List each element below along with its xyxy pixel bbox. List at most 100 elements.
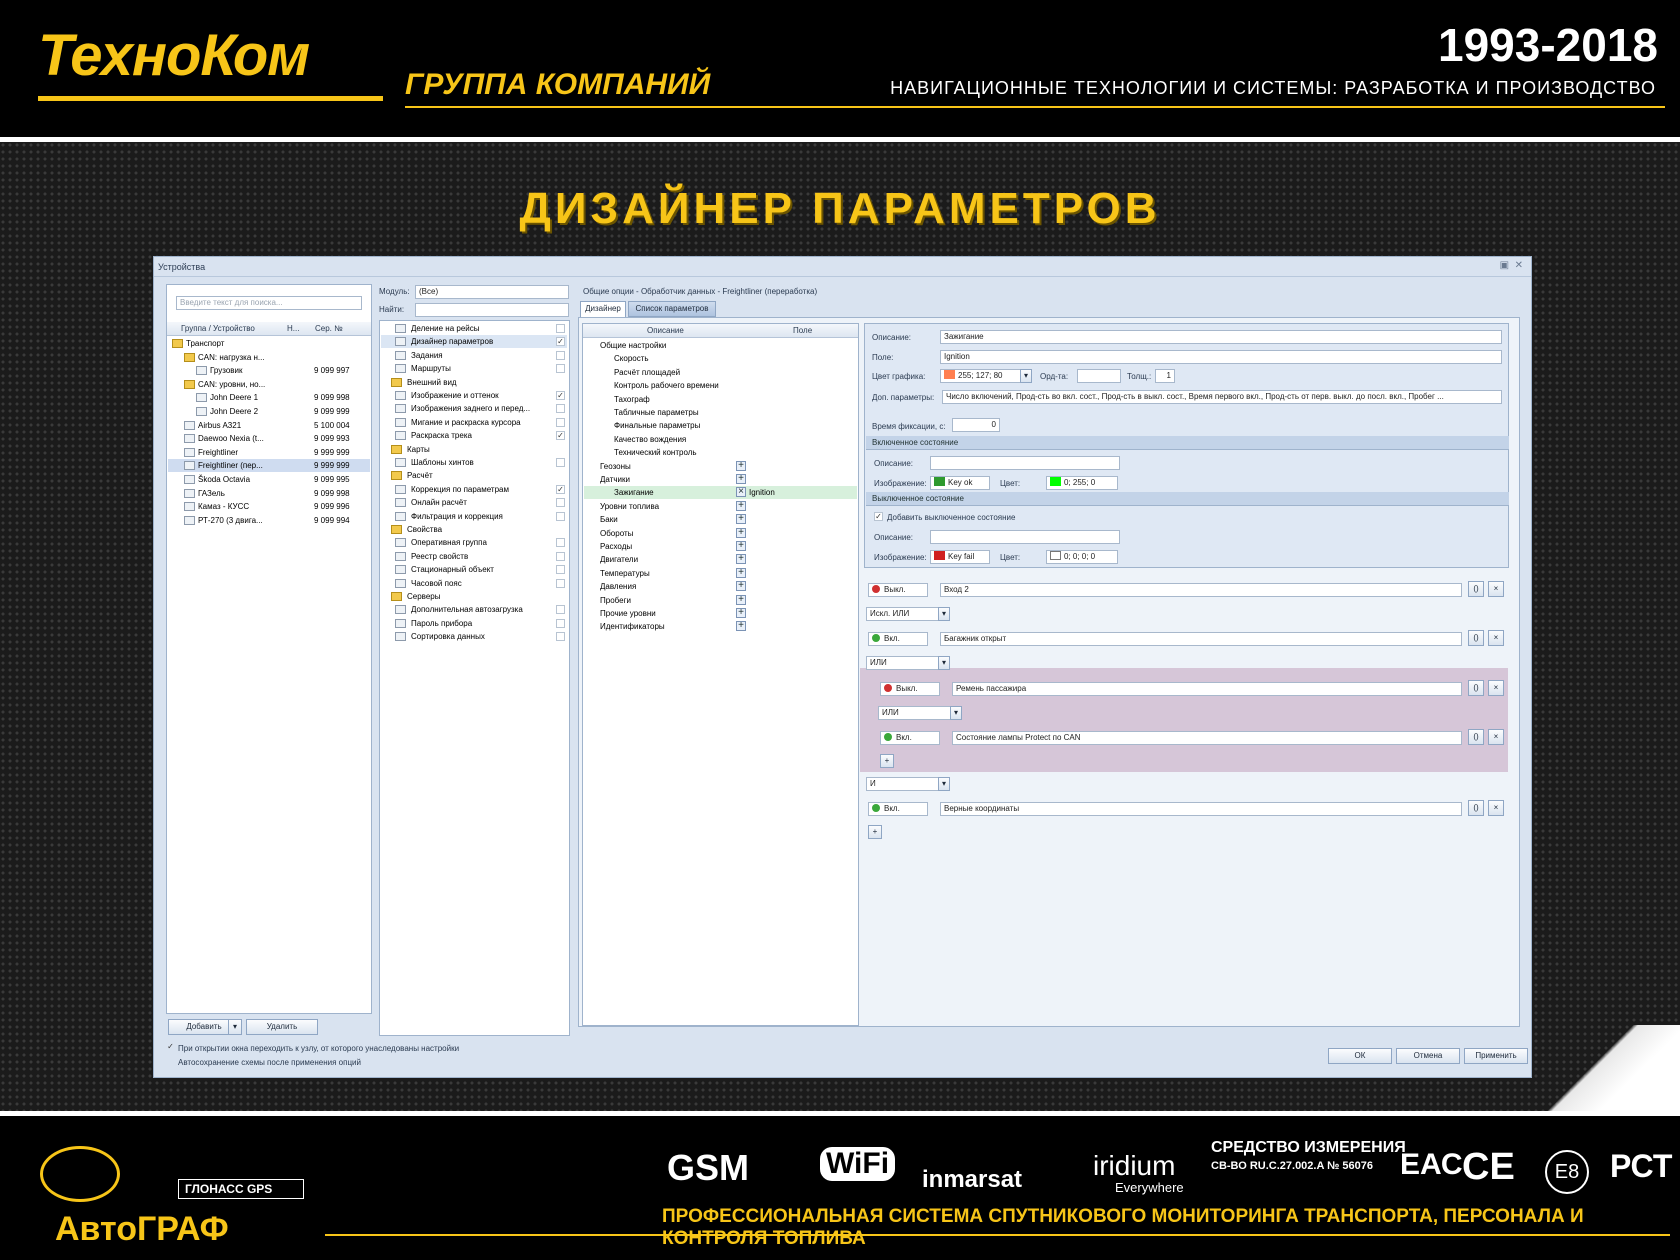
ok-button[interactable]: ОК [1328, 1048, 1392, 1064]
table-row[interactable]: John Deere 2 9 099 999 [168, 405, 370, 418]
tree-item[interactable]: Обороты + [584, 527, 857, 540]
module-item[interactable]: Пароль прибора [381, 617, 567, 630]
tree-item[interactable]: Двигатели + [584, 553, 857, 566]
remove-condition-button[interactable]: × [1488, 729, 1504, 745]
module-item[interactable]: Задания [381, 349, 567, 362]
bracket-button[interactable]: () [1468, 729, 1484, 745]
tab-designer[interactable]: Дизайнер [580, 301, 626, 317]
module-checkbox[interactable] [556, 618, 565, 628]
module-checkbox[interactable] [556, 350, 565, 360]
module-item[interactable]: Фильтрация и коррекция [381, 510, 567, 523]
tree-item[interactable]: Качество вождения [584, 433, 857, 446]
on-image-select[interactable]: Key ok [930, 476, 990, 490]
tree-item[interactable]: Расчёт площадей [584, 366, 857, 379]
state-select[interactable]: Выкл. [880, 682, 940, 696]
table-row[interactable]: Freightliner 9 999 999 [168, 446, 370, 459]
col-serial[interactable]: Сер. № [315, 322, 343, 336]
operator-dropdown[interactable]: ▾ [938, 777, 950, 791]
tree-item[interactable]: Скорость [584, 352, 857, 365]
module-item[interactable]: Стационарный объект [381, 563, 567, 576]
module-item[interactable]: Раскраска трека ✓ [381, 429, 567, 442]
color-dropdown[interactable]: ▾ [1020, 369, 1032, 383]
tree-item[interactable]: Пробеги + [584, 594, 857, 607]
module-checkbox[interactable] [556, 498, 565, 508]
tree-item[interactable]: Контроль рабочего времени [584, 379, 857, 392]
module-item[interactable]: Серверы [381, 590, 567, 603]
table-row[interactable]: Daewoo Nexia (t... 9 099 993 [168, 432, 370, 445]
module-item[interactable]: Деление на рейсы [381, 322, 567, 335]
cancel-button[interactable]: Отмена [1396, 1048, 1460, 1064]
module-checkbox[interactable]: ✓ [556, 337, 565, 347]
table-row[interactable]: ГАЗель 9 099 998 [168, 487, 370, 500]
module-checkbox[interactable] [556, 578, 565, 588]
table-row[interactable]: CAN: уровни, но... [168, 378, 370, 391]
table-row[interactable]: РТ-270 (3 двига... 9 099 994 [168, 514, 370, 527]
add-off-state-checkbox[interactable]: ✓ [874, 512, 883, 521]
operator-dropdown[interactable]: ▾ [950, 706, 962, 720]
tab-param-list[interactable]: Список параметров [628, 301, 716, 317]
table-row[interactable]: CAN: нагрузка н... [168, 351, 370, 364]
desc-input[interactable]: Зажигание [940, 330, 1502, 344]
tree-item[interactable]: Давления + [584, 580, 857, 593]
add-icon[interactable]: + [736, 541, 746, 551]
module-checkbox[interactable] [556, 538, 565, 548]
tree-item[interactable]: Табличные параметры [584, 406, 857, 419]
module-item[interactable]: Дизайнер параметров ✓ [381, 335, 567, 349]
tree-item[interactable]: Идентификаторы + [584, 620, 857, 633]
state-select[interactable]: Выкл. [868, 583, 928, 597]
color-select[interactable]: 255; 127; 80 [940, 369, 1028, 383]
module-checkbox[interactable]: ✓ [556, 484, 565, 494]
param-select[interactable]: Багажник открыт [940, 632, 1462, 646]
module-checkbox[interactable] [556, 551, 565, 561]
table-row[interactable]: John Deere 1 9 099 998 [168, 391, 370, 404]
add-icon[interactable]: + [736, 621, 746, 632]
ord-input[interactable] [1077, 369, 1121, 383]
col-group[interactable]: Группа / Устройство [181, 322, 255, 336]
remove-condition-button[interactable]: × [1488, 581, 1504, 597]
bracket-button[interactable]: () [1468, 581, 1484, 597]
module-checkbox[interactable] [556, 565, 565, 575]
add-icon[interactable]: + [736, 608, 746, 618]
tree-item[interactable]: Общие настройки [584, 339, 857, 352]
off-image-select[interactable]: Key fail [930, 550, 990, 564]
param-select[interactable]: Ремень пассажира [952, 682, 1462, 696]
extra-params-input[interactable]: Число включений, Прод-сть во вкл. сост.,… [942, 390, 1502, 404]
add-icon[interactable]: + [736, 581, 746, 592]
table-row[interactable]: Škoda Octavia 9 099 995 [168, 473, 370, 486]
module-item[interactable]: Онлайн расчёт [381, 496, 567, 509]
bracket-button[interactable]: () [1468, 800, 1484, 816]
param-select[interactable]: Верные координаты [940, 802, 1462, 816]
module-item[interactable]: Часовой пояс [381, 577, 567, 590]
col-field[interactable]: Поле [793, 324, 812, 338]
state-select[interactable]: Вкл. [868, 632, 928, 646]
module-checkbox[interactable]: ✓ [556, 391, 565, 400]
col-n[interactable]: Н... [287, 322, 299, 336]
tree-item[interactable]: Баки + [584, 513, 857, 526]
module-checkbox[interactable] [556, 324, 565, 333]
module-select[interactable]: (Все) [415, 285, 569, 299]
table-row[interactable]: Грузовик 9 099 997 [168, 364, 370, 377]
module-item[interactable]: Дополнительная автозагрузка [381, 603, 567, 616]
add-icon[interactable]: + [736, 474, 746, 484]
module-item[interactable]: Оперативная группа [381, 536, 567, 549]
add-nested-condition-button[interactable]: + [880, 754, 894, 768]
off-desc-input[interactable] [930, 530, 1120, 544]
param-select[interactable]: Состояние лампы Protect по CAN [952, 731, 1462, 745]
tree-item[interactable]: Расходы + [584, 540, 857, 553]
module-checkbox[interactable] [556, 511, 565, 521]
module-checkbox[interactable] [556, 605, 565, 615]
module-item[interactable]: Реестр свойств [381, 550, 567, 563]
tree-item[interactable]: Геозоны + [584, 460, 857, 473]
field-input[interactable]: Ignition [940, 350, 1502, 364]
remove-condition-button[interactable]: × [1488, 630, 1504, 646]
go-to-node-checkbox[interactable]: ✓ [166, 1043, 175, 1052]
restore-icon[interactable]: ▣ [1500, 260, 1509, 271]
module-item[interactable]: Изображение и оттенок ✓ [381, 389, 567, 402]
bracket-button[interactable]: () [1468, 680, 1484, 696]
module-item[interactable]: Коррекция по параметрам ✓ [381, 483, 567, 496]
add-icon[interactable]: + [736, 567, 746, 578]
operator-dropdown[interactable]: ▾ [938, 656, 950, 670]
tree-item[interactable]: Технический контроль [584, 446, 857, 459]
autosave-checkbox[interactable] [166, 1057, 175, 1066]
module-item[interactable]: Изображения заднего и перед... [381, 402, 567, 415]
